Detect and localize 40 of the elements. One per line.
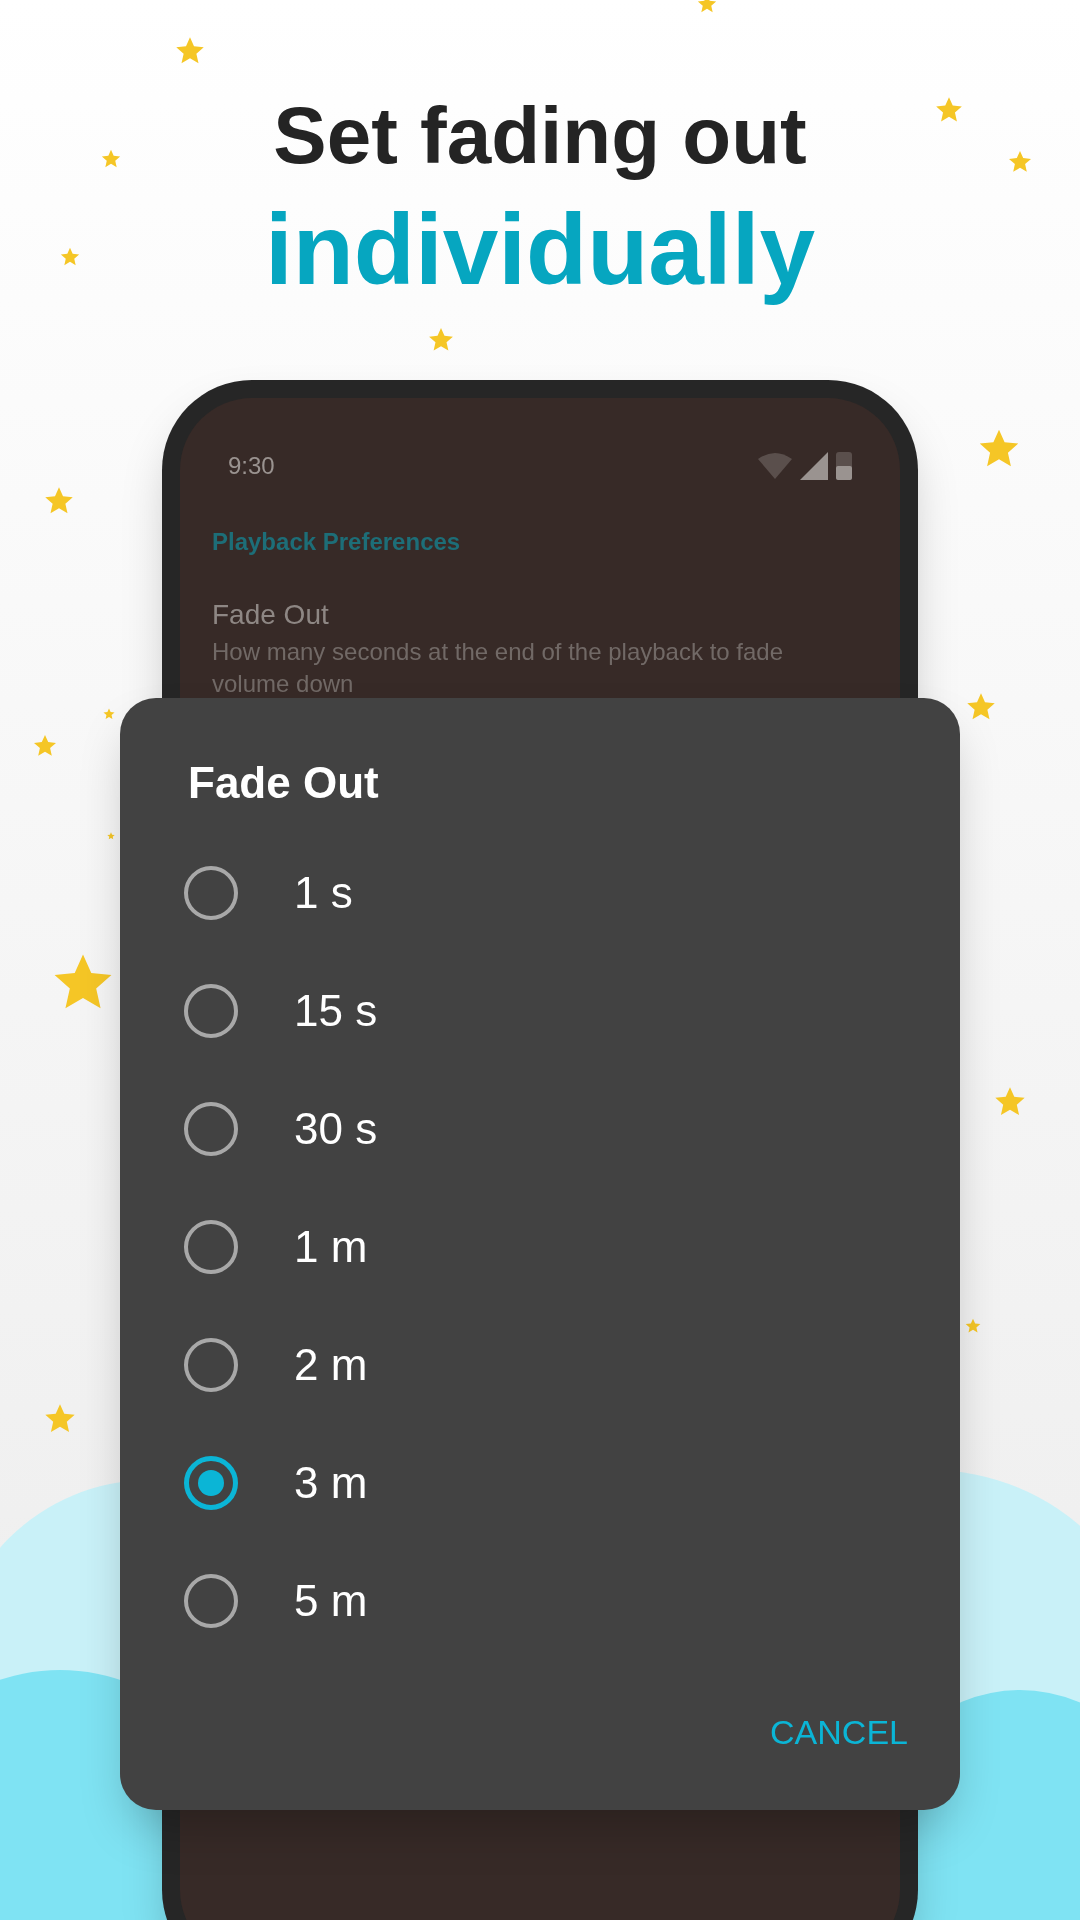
preference-summary: How many seconds at the end of the playback to fade volume down (212, 637, 785, 699)
radio-option[interactable]: 15 s (120, 952, 960, 1070)
status-time: 9:30 (228, 451, 275, 481)
star-icon (101, 149, 121, 169)
radio-button[interactable] (184, 984, 238, 1038)
radio-option[interactable]: 1 m (120, 1188, 960, 1306)
radio-button[interactable] (184, 866, 238, 920)
star-icon (966, 692, 996, 722)
star-icon (44, 486, 74, 516)
star-icon (103, 708, 115, 720)
headline-highlight: individually (264, 192, 816, 307)
radio-button[interactable] (184, 1456, 238, 1510)
battery-icon (836, 452, 852, 480)
wifi-icon (758, 453, 792, 479)
radio-button[interactable] (184, 1220, 238, 1274)
star-icon (60, 247, 80, 267)
radio-button[interactable] (184, 1338, 238, 1392)
preference-title[interactable]: Fade Out (212, 594, 868, 636)
star-icon (33, 734, 57, 758)
star-icon (1008, 150, 1032, 174)
cancel-button[interactable]: CANCEL (768, 1707, 910, 1758)
radio-option[interactable]: 2 m (120, 1306, 960, 1424)
radio-option[interactable]: 1 s (120, 834, 960, 952)
section-header: Playback Preferences (212, 527, 462, 557)
star-icon (107, 832, 115, 840)
star-icon (428, 327, 454, 353)
star-icon (697, 0, 717, 14)
star-icon (44, 1403, 76, 1435)
dialog-title: Fade Out (188, 757, 380, 809)
star-icon (965, 1318, 981, 1334)
signal-icon (800, 452, 828, 480)
radio-option[interactable]: 30 s (120, 1070, 960, 1188)
radio-option[interactable]: 5 m (120, 1542, 960, 1660)
headline: Set fading out (273, 90, 807, 182)
radio-button[interactable] (184, 1102, 238, 1156)
radio-option[interactable]: 3 m (120, 1424, 960, 1542)
radio-button[interactable] (184, 1574, 238, 1628)
star-icon (994, 1086, 1026, 1118)
star-icon (175, 36, 205, 66)
star-icon (935, 96, 963, 124)
